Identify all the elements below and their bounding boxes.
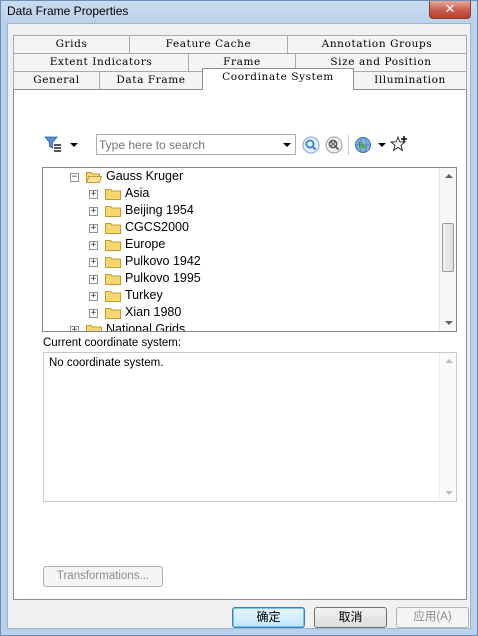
tree-node-label: National Grids — [106, 322, 186, 332]
search-input[interactable] — [99, 136, 275, 153]
current-coordinate-system-value: No coordinate system. — [49, 357, 164, 369]
folder-icon — [105, 290, 121, 302]
tree-node-label: Xian 1980 — [125, 305, 182, 319]
window-title: Data Frame Properties — [7, 4, 129, 18]
tree-node-child[interactable]: + Turkey — [43, 288, 438, 305]
scroll-down-icon[interactable] — [445, 491, 453, 495]
tree-node-child[interactable]: + Xian 1980 — [43, 305, 438, 322]
tree-scrollbar[interactable] — [439, 168, 456, 331]
cancel-button[interactable]: 取消 — [314, 607, 387, 628]
expand-icon[interactable]: + — [89, 241, 98, 250]
scroll-up-icon[interactable] — [445, 359, 453, 363]
tree-node-child[interactable]: + Pulkovo 1942 — [43, 254, 438, 271]
folder-icon — [105, 307, 121, 319]
search-box[interactable] — [96, 134, 296, 155]
scrollbar-thumb[interactable] — [442, 223, 454, 272]
collapse-icon[interactable]: − — [70, 173, 79, 182]
tab-extent-indicators[interactable]: Extent Indicators — [13, 53, 189, 71]
scroll-down-icon[interactable] — [445, 321, 453, 325]
folder-icon — [105, 256, 121, 268]
folder-icon — [105, 273, 121, 285]
tab-feature-cache[interactable]: Feature Cache — [129, 35, 288, 53]
apply-button[interactable]: 应用(A) — [396, 607, 469, 628]
expand-icon[interactable]: + — [89, 309, 98, 318]
tree-node-child[interactable]: + CGCS2000 — [43, 220, 438, 237]
search-history-dropdown-icon[interactable] — [283, 143, 291, 147]
expand-icon[interactable]: + — [89, 292, 98, 301]
tree-node-child[interactable]: + Beijing 1954 — [43, 203, 438, 220]
details-scrollbar[interactable] — [439, 353, 456, 501]
coordinate-system-panel: − Gauss Kruger + Asia + Beijing 1954 + CGCS20… — [13, 89, 467, 600]
dialog-window: Data Frame Properties ✕ Grids Feature Ca… — [0, 0, 478, 636]
tree-node-gauss-kruger[interactable]: − Gauss Kruger — [43, 169, 438, 186]
ok-button[interactable]: 确定 — [232, 607, 305, 628]
current-coordinate-system-label: Current coordinate system: — [43, 337, 182, 349]
transformations-button[interactable]: Transformations... — [43, 566, 163, 587]
filter-icon[interactable] — [44, 135, 62, 153]
expand-icon[interactable]: + — [89, 207, 98, 216]
tab-coordinate-system[interactable]: Coordinate System — [202, 68, 354, 90]
folder-icon — [105, 188, 121, 200]
toolbar-separator — [348, 135, 349, 155]
expand-icon[interactable]: + — [89, 190, 98, 199]
tree-node-label: Turkey — [125, 288, 163, 302]
tab-grids[interactable]: Grids — [13, 35, 130, 53]
tree-node-label: Pulkovo 1995 — [125, 271, 201, 285]
title-bar[interactable]: Data Frame Properties ✕ — [1, 1, 477, 23]
globe-icon[interactable] — [354, 136, 372, 154]
search-icon[interactable] — [302, 136, 320, 154]
expand-icon[interactable]: + — [89, 275, 98, 284]
folder-icon — [105, 205, 121, 217]
tree-node-label: Gauss Kruger — [106, 169, 184, 183]
tree-node-child[interactable]: + Asia — [43, 186, 438, 203]
folder-icon — [86, 324, 102, 331]
expand-icon[interactable]: + — [70, 326, 79, 331]
close-button[interactable]: ✕ — [429, 1, 471, 19]
folder-icon — [105, 239, 121, 251]
tree-node-label: Europe — [125, 237, 166, 251]
coordinate-system-tree[interactable]: − Gauss Kruger + Asia + Beijing 1954 + CGCS20… — [42, 167, 457, 332]
dialog-body: Grids Feature Cache Annotation Groups Ex… — [7, 23, 471, 629]
expand-icon[interactable]: + — [89, 258, 98, 267]
tab-illumination[interactable]: Illumination — [353, 71, 467, 89]
tree-node-label: CGCS2000 — [125, 220, 189, 234]
expand-icon[interactable]: + — [89, 224, 98, 233]
globe-dropdown-icon[interactable] — [378, 143, 386, 147]
scroll-up-icon[interactable] — [445, 174, 453, 178]
tree-node-national-grids[interactable]: + National Grids — [43, 322, 438, 332]
current-coordinate-system-box: No coordinate system. — [43, 352, 457, 502]
tree-node-label: Asia — [125, 186, 150, 200]
add-favorite-icon[interactable] — [389, 135, 408, 153]
tree-node-label: Pulkovo 1942 — [125, 254, 201, 268]
tab-data-frame[interactable]: Data Frame — [99, 71, 203, 89]
tab-annotation-groups[interactable]: Annotation Groups — [287, 35, 467, 53]
tab-general[interactable]: General — [13, 71, 100, 89]
tree-node-child[interactable]: + Europe — [43, 237, 438, 254]
folder-icon — [105, 222, 121, 234]
folder-open-icon — [85, 171, 103, 183]
filter-dropdown-icon[interactable] — [70, 143, 78, 147]
clear-search-icon[interactable] — [325, 136, 343, 154]
tree-node-child[interactable]: + Pulkovo 1995 — [43, 271, 438, 288]
tree-node-label: Beijing 1954 — [125, 203, 194, 217]
